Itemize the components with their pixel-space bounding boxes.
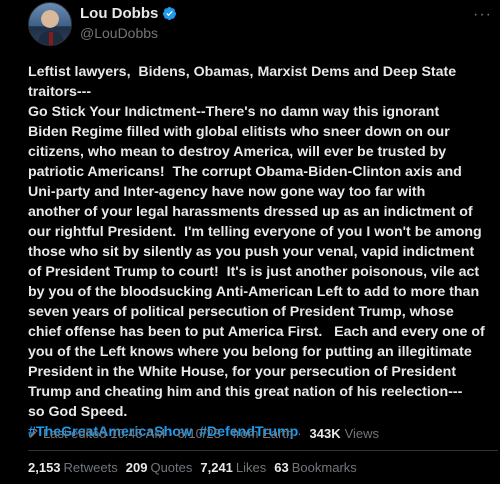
tweet-line: those who sit by silently as you push yo… [28, 244, 475, 260]
avatar-tie [49, 32, 53, 45]
tweet-line: you of the Left knows where you belong f… [28, 344, 472, 360]
tweet-header: Lou Dobbs @LouDobbs ··· [28, 2, 498, 46]
tweet-source: from Earth [232, 426, 294, 441]
tweet-line: Trump and cheating him and this great na… [28, 384, 463, 400]
likes-count: 7,241 [200, 460, 233, 475]
tweet-date[interactable]: 6/10/23 [178, 426, 221, 441]
verified-badge-icon [163, 6, 177, 21]
tweet-line: President in the White House, for your p… [28, 364, 457, 380]
pencil-icon [29, 429, 38, 438]
tweet-line: so God Speed. [28, 404, 128, 420]
tweet-line: Leftist lawyers, Bidens, Obamas, Marxist… [28, 64, 457, 80]
retweets-stat[interactable]: 2,153 Retweets [28, 460, 118, 475]
more-options-icon[interactable]: ··· [473, 7, 492, 23]
engagement-stats: 2,153 Retweets 209 Quotes 7,241 Likes 63 Boo… [28, 460, 357, 475]
likes-stat[interactable]: 7,241 Likes [200, 460, 266, 475]
tweet-line: chief offense has been to put America Fi… [28, 324, 485, 340]
retweets-count: 2,153 [28, 460, 61, 475]
bookmarks-label: Bookmarks [291, 460, 357, 475]
tweet-line: Biden Regime filled with global elitists… [28, 124, 450, 140]
author-name-row[interactable]: Lou Dobbs [80, 5, 177, 22]
views-label: Views [344, 426, 380, 441]
likes-label: Likes [235, 460, 267, 475]
tweet-line: patriotic Americans! The corrupt Obama-B… [28, 164, 462, 180]
tweet-line: seven years of political persecution of … [28, 304, 454, 320]
tweet-text: Leftist lawyers, Bidens, Obamas, Marxist… [28, 62, 492, 442]
quotes-stat[interactable]: 209 Quotes [126, 460, 193, 475]
views-count: 343K [309, 426, 341, 441]
tweet-line: our rightful President. I'm telling ever… [28, 224, 482, 240]
quotes-count: 209 [125, 460, 148, 475]
separator-dot: · [169, 426, 174, 441]
quotes-label: Quotes [150, 460, 193, 475]
author-handle[interactable]: @LouDobbs [80, 25, 158, 41]
avatar[interactable] [28, 2, 72, 46]
tweet-line: Uni-party and Inter-agency have now gone… [28, 184, 426, 200]
edited-label[interactable]: Last edited 10:45 AM [43, 426, 165, 441]
retweets-label: Retweets [63, 460, 118, 475]
tweet-line: traitors--- [28, 84, 92, 100]
tweet-line: Go Stick Your Indictment--There's no dam… [28, 104, 440, 120]
tweet-line: by you of the bloodsucking Anti-American… [28, 284, 480, 300]
bookmarks-stat[interactable]: 63 Bookmarks [274, 460, 357, 475]
bookmarks-count: 63 [274, 460, 289, 475]
tweet-line: another of your legal harassments dresse… [28, 204, 473, 220]
tweet-meta: Last edited 10:45 AM · 6/10/23 from Eart… [28, 426, 379, 441]
tweet-line: of President Trump to court! It's is jus… [28, 264, 480, 280]
author-display-name[interactable]: Lou Dobbs [80, 5, 158, 22]
divider [28, 450, 498, 451]
separator-dot: · [297, 426, 302, 441]
tweet-line: citizens, who mean to destroy America, w… [28, 144, 447, 160]
separator-dot [225, 426, 229, 441]
